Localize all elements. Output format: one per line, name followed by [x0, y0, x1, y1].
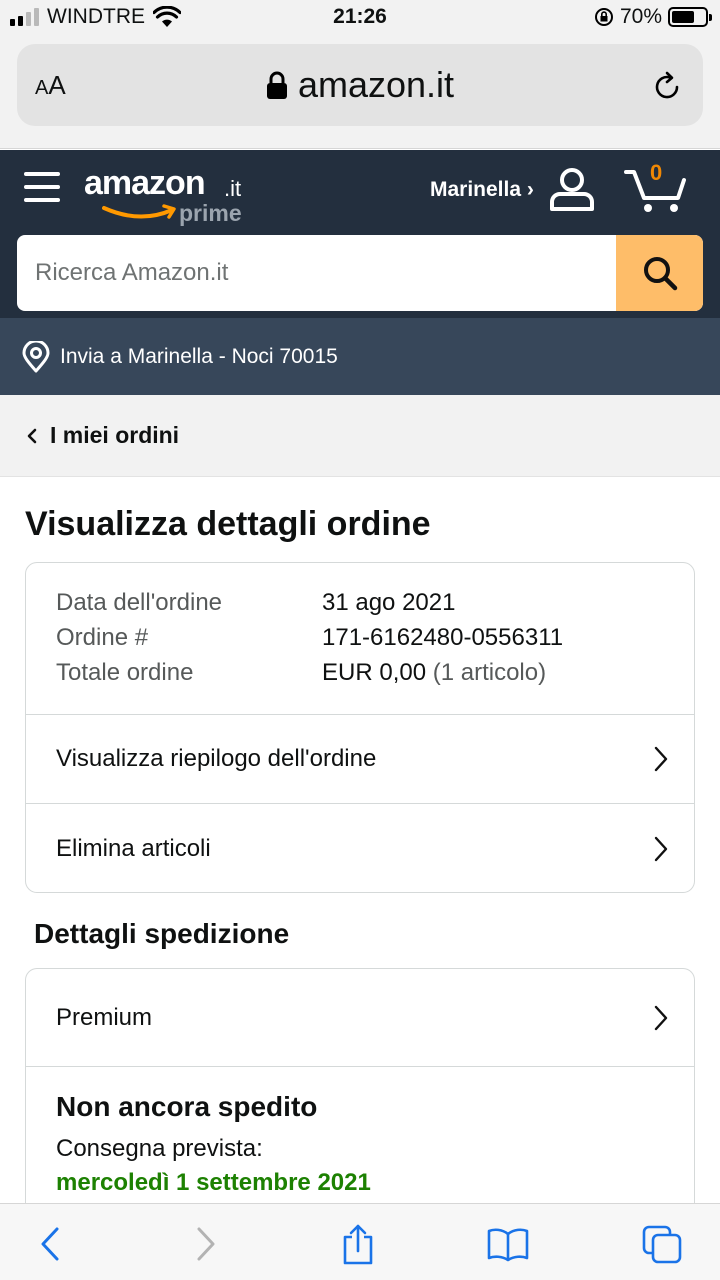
back-button[interactable]: [28, 1222, 72, 1266]
search-button[interactable]: [616, 235, 703, 311]
back-arrow-icon: [41, 1227, 59, 1261]
breadcrumb[interactable]: I miei ordini: [0, 395, 720, 477]
view-order-summary-link[interactable]: Visualizza riepilogo dell'ordine: [26, 715, 694, 804]
search-bar: [17, 235, 703, 311]
url-display[interactable]: amazon.it: [17, 64, 703, 106]
site-header: amazon .it prime Marinella › 0: [0, 150, 720, 318]
cart-count: 0: [650, 160, 663, 185]
lock-icon: [266, 71, 287, 99]
battery-icon: [668, 7, 712, 27]
logo-tld: .it: [224, 176, 242, 201]
menu-icon[interactable]: [24, 172, 60, 202]
shipping-method-label: Premium: [56, 1003, 153, 1031]
battery-percent: 70%: [619, 5, 662, 28]
tabs-icon: [642, 1225, 682, 1264]
book-icon: [487, 1228, 529, 1262]
order-total-label: Totale ordine: [56, 659, 194, 686]
share-button[interactable]: [336, 1222, 380, 1266]
order-date-value: 31 ago 2021: [322, 589, 456, 616]
logo-text: amazon: [84, 164, 206, 202]
order-number-label: Ordine #: [56, 624, 149, 651]
expected-delivery-date: mercoledì 1 settembre 2021: [56, 1169, 371, 1196]
logo-prime: prime: [179, 200, 242, 226]
status-right: 70%: [594, 5, 712, 29]
smile-arrow-icon: [102, 204, 176, 219]
delivery-location-bar[interactable]: Invia a Marinella - Noci 70015: [0, 318, 720, 395]
address-bar[interactable]: AA amazon.it: [17, 44, 703, 126]
order-summary-card: Data dell'ordine 31 ago 2021 Ordine # 17…: [25, 562, 695, 893]
share-icon: [343, 1224, 373, 1265]
shipping-section-title: Dettagli spedizione: [34, 918, 290, 949]
bookmarks-button[interactable]: [486, 1222, 530, 1266]
forward-button[interactable]: [184, 1222, 228, 1266]
order-item-count: (1 articolo): [432, 659, 547, 686]
amazon-logo[interactable]: amazon .it prime: [84, 164, 254, 244]
search-icon: [643, 257, 677, 291]
shipment-status: Non ancora spedito Consegna prevista: me…: [26, 1067, 694, 1197]
delivery-location-text: Invia a Marinella - Noci 70015: [60, 344, 338, 368]
user-icon[interactable]: [548, 166, 596, 212]
chevron-right-icon: [654, 746, 668, 772]
url-text: amazon.it: [297, 64, 455, 105]
shipment-status-title: Non ancora spedito: [56, 1091, 318, 1122]
delete-items-label: Elimina articoli: [56, 834, 211, 862]
browser-toolbar: [0, 1203, 720, 1280]
view-order-summary-label: Visualizza riepilogo dell'ordine: [56, 745, 377, 772]
browser-address-area: AA amazon.it: [0, 36, 720, 149]
order-date-row: Data dell'ordine 31 ago 2021: [56, 589, 694, 624]
account-link[interactable]: Marinella ›: [430, 178, 534, 202]
forward-arrow-icon: [197, 1227, 215, 1261]
order-number-value: 171-6162480-0556311: [322, 624, 564, 651]
breadcrumb-label: I miei ordini: [50, 422, 180, 448]
search-input[interactable]: [17, 235, 617, 311]
orientation-lock-icon: [594, 8, 613, 26]
tabs-button[interactable]: [640, 1222, 684, 1266]
status-bar: WINDTRE 21:26 70%: [0, 0, 720, 36]
order-total-value-wrap: EUR 0,00 (1 articolo): [322, 659, 546, 694]
reload-icon[interactable]: [651, 70, 683, 102]
chevron-left-icon: [27, 428, 37, 443]
delete-items-link[interactable]: Elimina articoli: [26, 804, 694, 892]
order-date-label: Data dell'ordine: [56, 589, 223, 616]
page-title: Visualizza dettagli ordine: [25, 505, 431, 543]
order-info: Data dell'ordine 31 ago 2021 Ordine # 17…: [26, 563, 694, 715]
shipping-card: Premium Non ancora spedito Consegna prev…: [25, 968, 695, 1228]
chevron-right-icon: [654, 836, 668, 861]
order-total-row: Totale ordine EUR 0,00 (1 articolo): [56, 659, 694, 694]
chevron-right-icon: [654, 1005, 668, 1030]
expected-delivery-label: Consegna prevista:: [56, 1135, 263, 1162]
shipping-method-link[interactable]: Premium: [26, 969, 694, 1067]
location-pin-icon: [22, 340, 50, 372]
order-number-row: Ordine # 171-6162480-0556311: [56, 624, 694, 659]
order-total-value: EUR 0,00: [322, 659, 427, 686]
